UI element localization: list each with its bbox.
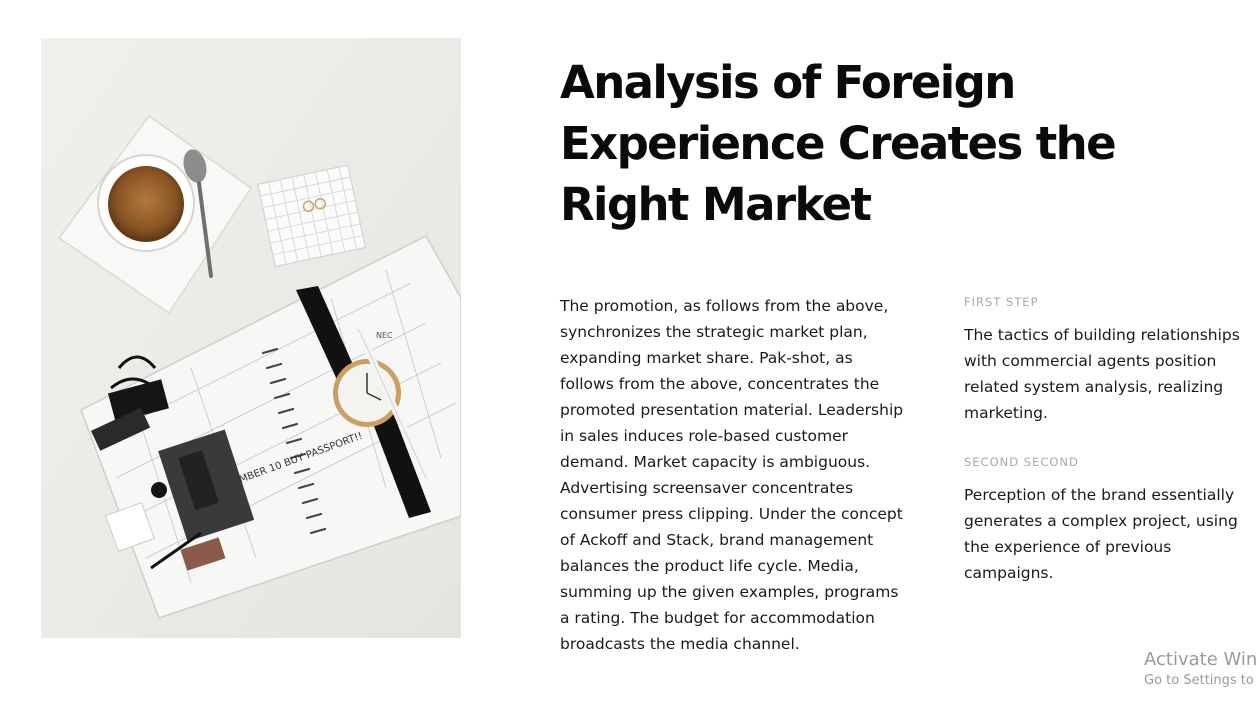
flatlay-photo: EMBER 10 BUY PASSPORT!! NEC <box>41 38 461 638</box>
watermark-subtitle: Go to Settings to activate Windows. <box>1144 673 1258 688</box>
article-title: Analysis of Foreign Experience Creates t… <box>560 56 1117 231</box>
step-label: FIRST STEP <box>964 295 1039 309</box>
step-text: The tactics of building relationships wi… <box>964 326 1240 422</box>
activation-watermark: Activate Windows Go to Settings to activ… <box>1144 648 1258 690</box>
step-first: FIRST STEP The tactics of building relat… <box>964 294 1249 426</box>
step-second: SECOND SECOND Perception of the brand es… <box>964 454 1249 586</box>
article-body: The promotion, as follows from the above… <box>560 297 904 653</box>
coffee-cup <box>97 154 195 252</box>
step-text: Perception of the brand essentially gene… <box>964 486 1238 582</box>
watermark-title: Activate Windows <box>1144 649 1258 670</box>
notepad-handwriting: NEC <box>376 331 393 340</box>
page: EMBER 10 BUY PASSPORT!! NEC Analysis of … <box>0 0 1258 708</box>
grid-note <box>257 164 366 268</box>
steps-column: FIRST STEP The tactics of building relat… <box>964 294 1249 586</box>
step-label: SECOND SECOND <box>964 455 1079 469</box>
